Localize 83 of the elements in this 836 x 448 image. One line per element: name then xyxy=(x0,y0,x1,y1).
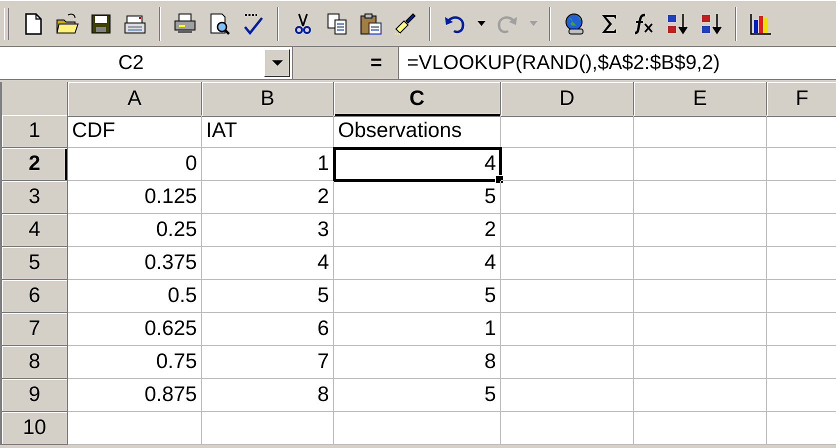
sort-descending-icon xyxy=(699,12,723,36)
column-header[interactable]: C xyxy=(334,82,501,117)
row-header[interactable]: 10 xyxy=(2,412,68,445)
table-cell[interactable]: 0.75 xyxy=(68,346,202,379)
caret-icon xyxy=(476,21,486,26)
row-header[interactable]: 1 xyxy=(2,115,68,148)
table-cell[interactable] xyxy=(634,280,767,313)
table-cell[interactable]: 0.375 xyxy=(68,247,202,280)
table-cell[interactable] xyxy=(334,412,501,445)
table-cell[interactable]: 0.25 xyxy=(68,214,202,247)
row-header[interactable]: 4 xyxy=(2,214,68,247)
table-cell[interactable]: 1 xyxy=(202,148,334,181)
table-cell[interactable] xyxy=(634,346,767,379)
table-cell[interactable] xyxy=(634,181,767,214)
printer-icon xyxy=(173,12,197,36)
check-mark-icon xyxy=(241,12,265,36)
table-cell[interactable] xyxy=(634,214,767,247)
name-box-dropdown-button[interactable] xyxy=(264,49,290,77)
table-cell[interactable] xyxy=(634,412,767,445)
table-cell[interactable] xyxy=(634,379,767,412)
table-cell[interactable]: 0.875 xyxy=(68,379,202,412)
table-cell[interactable]: 2 xyxy=(334,214,501,247)
table-cell[interactable] xyxy=(634,115,767,148)
table-cell[interactable] xyxy=(501,412,634,445)
sort-ascending-icon xyxy=(665,12,689,36)
table-cell[interactable]: 7 xyxy=(202,346,334,379)
column-header[interactable]: F xyxy=(767,82,836,117)
table-cell[interactable] xyxy=(501,280,634,313)
clipboard-icon xyxy=(359,12,383,36)
bar-chart-icon xyxy=(749,12,773,36)
fill-handle[interactable] xyxy=(495,175,504,184)
table-cell[interactable]: 5 xyxy=(334,379,501,412)
table-cell[interactable]: 1 xyxy=(334,313,501,346)
table-cell[interactable]: CDF xyxy=(68,115,202,148)
row-header[interactable]: 7 xyxy=(2,313,68,346)
table-cell[interactable] xyxy=(634,313,767,346)
table-cell[interactable]: 0.625 xyxy=(68,313,202,346)
row-header[interactable]: 9 xyxy=(2,379,68,412)
caret-icon xyxy=(528,21,538,26)
column-header[interactable]: E xyxy=(634,82,767,117)
table-cell[interactable] xyxy=(501,214,634,247)
table-cell[interactable]: 5 xyxy=(202,280,334,313)
table-cell[interactable] xyxy=(501,247,634,280)
table-cell[interactable]: 5 xyxy=(334,280,501,313)
column-header[interactable]: B xyxy=(202,82,334,117)
table-cell[interactable]: 4 xyxy=(334,148,501,181)
table-cell[interactable] xyxy=(68,412,202,445)
table-cell[interactable] xyxy=(501,313,634,346)
table-cell[interactable] xyxy=(202,412,334,445)
caret-icon xyxy=(272,60,282,66)
table-cell[interactable] xyxy=(501,115,634,148)
table-cell[interactable]: 4 xyxy=(334,247,501,280)
table-cell[interactable]: 8 xyxy=(334,346,501,379)
formula-field[interactable]: =VLOOKUP(RAND(),$A$2:$B$9,2) xyxy=(399,47,836,79)
table-cell[interactable]: 2 xyxy=(202,181,334,214)
table-cell[interactable]: 0.5 xyxy=(68,280,202,313)
table-cell[interactable] xyxy=(501,379,634,412)
table-cell[interactable]: 0.125 xyxy=(68,181,202,214)
row-header[interactable]: 5 xyxy=(2,247,68,280)
table-cell[interactable] xyxy=(501,148,634,181)
column-header[interactable]: D xyxy=(501,82,634,117)
table-cell[interactable] xyxy=(501,346,634,379)
table-cell[interactable] xyxy=(501,181,634,214)
column-header[interactable]: A xyxy=(68,82,202,117)
copy-pages-icon xyxy=(325,12,349,36)
table-cell[interactable]: 8 xyxy=(202,379,334,412)
row-header[interactable]: 8 xyxy=(2,346,68,379)
row-header[interactable]: 3 xyxy=(2,181,68,214)
paintbrush-icon xyxy=(393,12,417,36)
table-cell[interactable]: 5 xyxy=(334,181,501,214)
table-cell[interactable]: IAT xyxy=(202,115,334,148)
folder-icon xyxy=(55,12,79,36)
table-cell[interactable]: Observations xyxy=(334,115,501,148)
table-cell[interactable] xyxy=(634,247,767,280)
table-cell[interactable]: 0 xyxy=(68,148,202,181)
row-header[interactable]: 6 xyxy=(2,280,68,313)
table-cell[interactable]: 4 xyxy=(202,247,334,280)
table-cell[interactable]: 3 xyxy=(202,214,334,247)
select-all-button[interactable] xyxy=(2,82,68,117)
table-cell[interactable]: 6 xyxy=(202,313,334,346)
table-cell[interactable] xyxy=(634,148,767,181)
edit-formula-button[interactable]: = xyxy=(366,52,386,74)
row-header[interactable]: 2 xyxy=(2,148,68,181)
